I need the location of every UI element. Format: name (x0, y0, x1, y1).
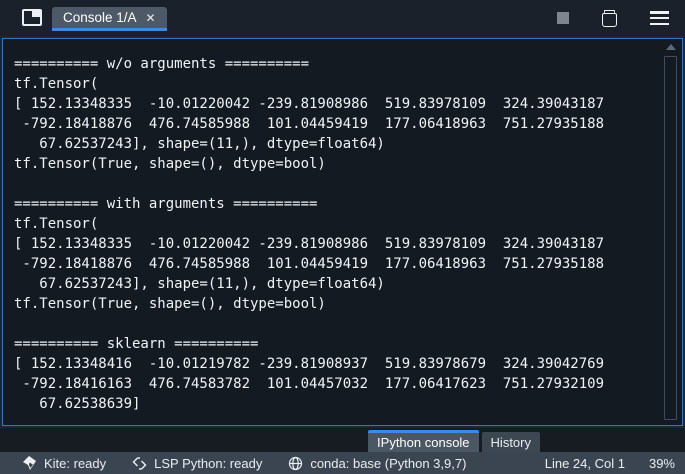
memory-percent-label: 39% (648, 455, 675, 471)
tab-history-label: History (490, 434, 531, 450)
close-icon[interactable]: ✕ (146, 12, 156, 24)
console-output: ========== w/o arguments ========== tf.T… (14, 56, 605, 412)
console-tab-bar: Console 1/A ✕ (0, 0, 685, 36)
status-cursor-position: Line 24, Col 1 (545, 456, 625, 471)
options-menu-icon[interactable] (650, 11, 669, 25)
remove-variables-trash-icon[interactable] (602, 9, 617, 27)
conda-icon (289, 456, 303, 470)
status-lsp[interactable]: LSP Python: ready (132, 456, 262, 471)
vertical-scrollbar[interactable] (662, 42, 680, 422)
status-bar: Kite: ready LSP Python: ready conda: bas… (0, 452, 685, 474)
interrupt-kernel-icon[interactable] (557, 12, 569, 24)
tab-ipython-console-label: IPython console (377, 435, 470, 450)
scroll-up-arrow-icon[interactable] (666, 44, 676, 50)
tab-label: Console 1/A (63, 10, 137, 25)
lsp-status-label: LSP Python: ready (154, 455, 263, 471)
browse-tabs-icon (22, 9, 42, 26)
conda-status-label: conda: base (Python 3,9,7) (310, 455, 467, 471)
console-output-area[interactable]: ========== w/o arguments ========== tf.T… (2, 38, 683, 426)
tab-console-1a[interactable]: Console 1/A ✕ (52, 7, 167, 31)
scrollbar-thumb[interactable] (664, 56, 677, 420)
status-memory-usage: 39% (649, 456, 675, 471)
tab-history[interactable]: History (481, 432, 540, 452)
kite-status-label: Kite: ready (44, 455, 107, 471)
tab-ipython-console[interactable]: IPython console (368, 430, 479, 452)
cursor-position-label: Line 24, Col 1 (544, 455, 625, 471)
trash-body (602, 12, 617, 27)
kite-icon (23, 455, 36, 470)
ipython-console-pane: ========== w/o arguments ========== tf.T… (0, 36, 685, 428)
lsp-icon (132, 456, 147, 470)
status-kite[interactable]: Kite: ready (22, 455, 107, 471)
console-actions (557, 0, 669, 36)
status-conda-env[interactable]: conda: base (Python 3,9,7) (288, 456, 466, 471)
browse-tabs-button[interactable] (22, 9, 42, 26)
pane-switch-tabs: IPython console History (0, 428, 685, 452)
